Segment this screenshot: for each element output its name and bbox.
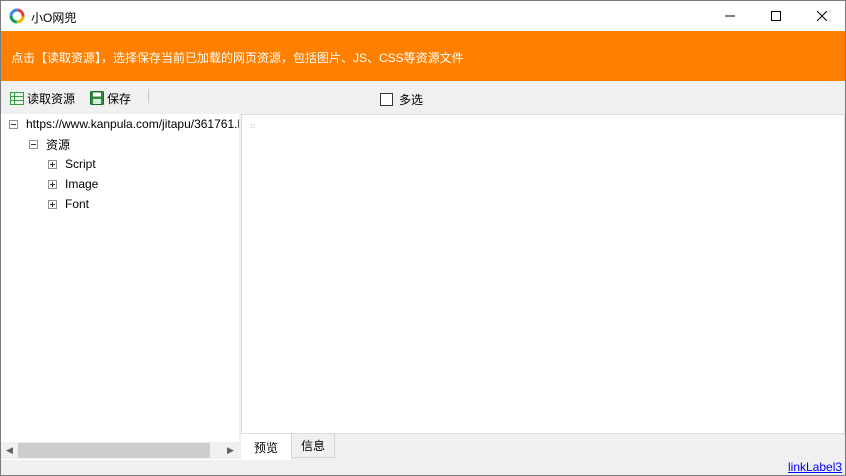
- multi-select-checkbox[interactable]: [380, 93, 393, 106]
- toolbar: 读取资源 保存 多选: [1, 85, 845, 111]
- app-window: 小O网兜 点击【读取资源】，选择保存当前已加载的网页资源，包括图片、JS、CSS…: [0, 0, 846, 476]
- tab-preview-label: 预览: [253, 440, 278, 455]
- close-button[interactable]: [799, 1, 845, 31]
- tree-node-root[interactable]: https://www.kanpula.com/jitapu/361761.ht…: [9, 116, 239, 132]
- expand-icon[interactable]: [48, 199, 57, 209]
- resource-tree[interactable]: https://www.kanpula.com/jitapu/361761.ht…: [1, 114, 239, 460]
- tab-preview[interactable]: 预览: [241, 434, 291, 460]
- preview-pane: [241, 114, 845, 434]
- maximize-button[interactable]: [753, 1, 799, 31]
- tree-node-label: Font: [65, 197, 90, 211]
- read-resources-button[interactable]: 读取资源: [10, 89, 75, 107]
- list-icon: [10, 91, 24, 105]
- tree-node-label: https://www.kanpula.com/jitapu/361761.ht…: [26, 117, 239, 131]
- expand-icon[interactable]: [48, 179, 57, 189]
- tree-node-image[interactable]: Image: [48, 176, 98, 192]
- multi-select-toggle[interactable]: 多选: [380, 91, 423, 108]
- minimize-button[interactable]: [707, 1, 753, 31]
- scroll-left-icon[interactable]: ◀: [1, 442, 18, 459]
- bottom-tabs: 预览 信息: [241, 434, 845, 460]
- window-title: 小O网兜: [31, 11, 77, 25]
- multi-select-label: 多选: [399, 93, 424, 107]
- maximize-icon: [771, 11, 781, 21]
- minimize-icon: [725, 15, 735, 17]
- collapse-icon[interactable]: [29, 139, 38, 149]
- scroll-right-icon[interactable]: ▶: [222, 442, 239, 459]
- footer-link[interactable]: linkLabel3: [788, 460, 842, 474]
- scroll-thumb[interactable]: [18, 443, 210, 458]
- save-label: 保存: [107, 91, 132, 106]
- title-bar: 小O网兜: [1, 1, 845, 31]
- save-button[interactable]: 保存: [90, 89, 131, 107]
- tree-node-label: Image: [65, 177, 99, 191]
- collapse-icon[interactable]: [9, 119, 18, 129]
- tab-info[interactable]: 信息: [291, 434, 335, 458]
- tree-node-label: 资源: [46, 137, 71, 152]
- banner-text: 点击【读取资源】，选择保存当前已加载的网页资源，包括图片、JS、CSS等资源文件: [11, 51, 464, 65]
- read-resources-label: 读取资源: [27, 91, 76, 106]
- tree-node-resources[interactable]: 资源: [29, 136, 70, 152]
- preview-placeholder: [251, 124, 255, 128]
- save-icon: [90, 91, 104, 105]
- toolbar-separator: [148, 89, 149, 103]
- tree-node-label: Script: [65, 157, 96, 171]
- close-icon: [817, 11, 827, 21]
- tree-node-font[interactable]: Font: [48, 196, 89, 212]
- info-banner: 点击【读取资源】，选择保存当前已加载的网页资源，包括图片、JS、CSS等资源文件: [1, 31, 845, 81]
- tree-node-script[interactable]: Script: [48, 156, 96, 172]
- app-logo-icon: [9, 8, 25, 24]
- tree-horizontal-scrollbar[interactable]: ◀ ▶: [1, 442, 239, 459]
- expand-icon[interactable]: [48, 159, 57, 169]
- tab-info-label: 信息: [300, 439, 325, 453]
